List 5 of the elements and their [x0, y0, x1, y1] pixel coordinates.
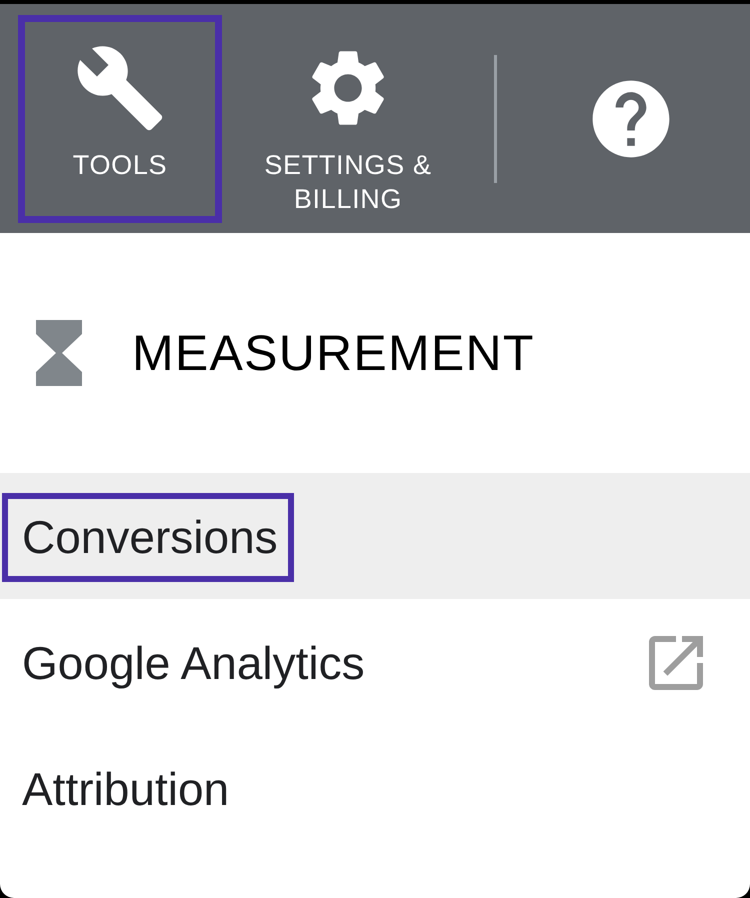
menu-item[interactable]: Conversions	[0, 473, 750, 601]
toolbar-button[interactable]: SETTINGS & BILLING	[246, 14, 450, 222]
hourglass-icon	[36, 320, 82, 386]
section-title: MEASUREMENT	[132, 324, 535, 382]
toolbar-button[interactable]: TOOLS	[18, 14, 222, 222]
